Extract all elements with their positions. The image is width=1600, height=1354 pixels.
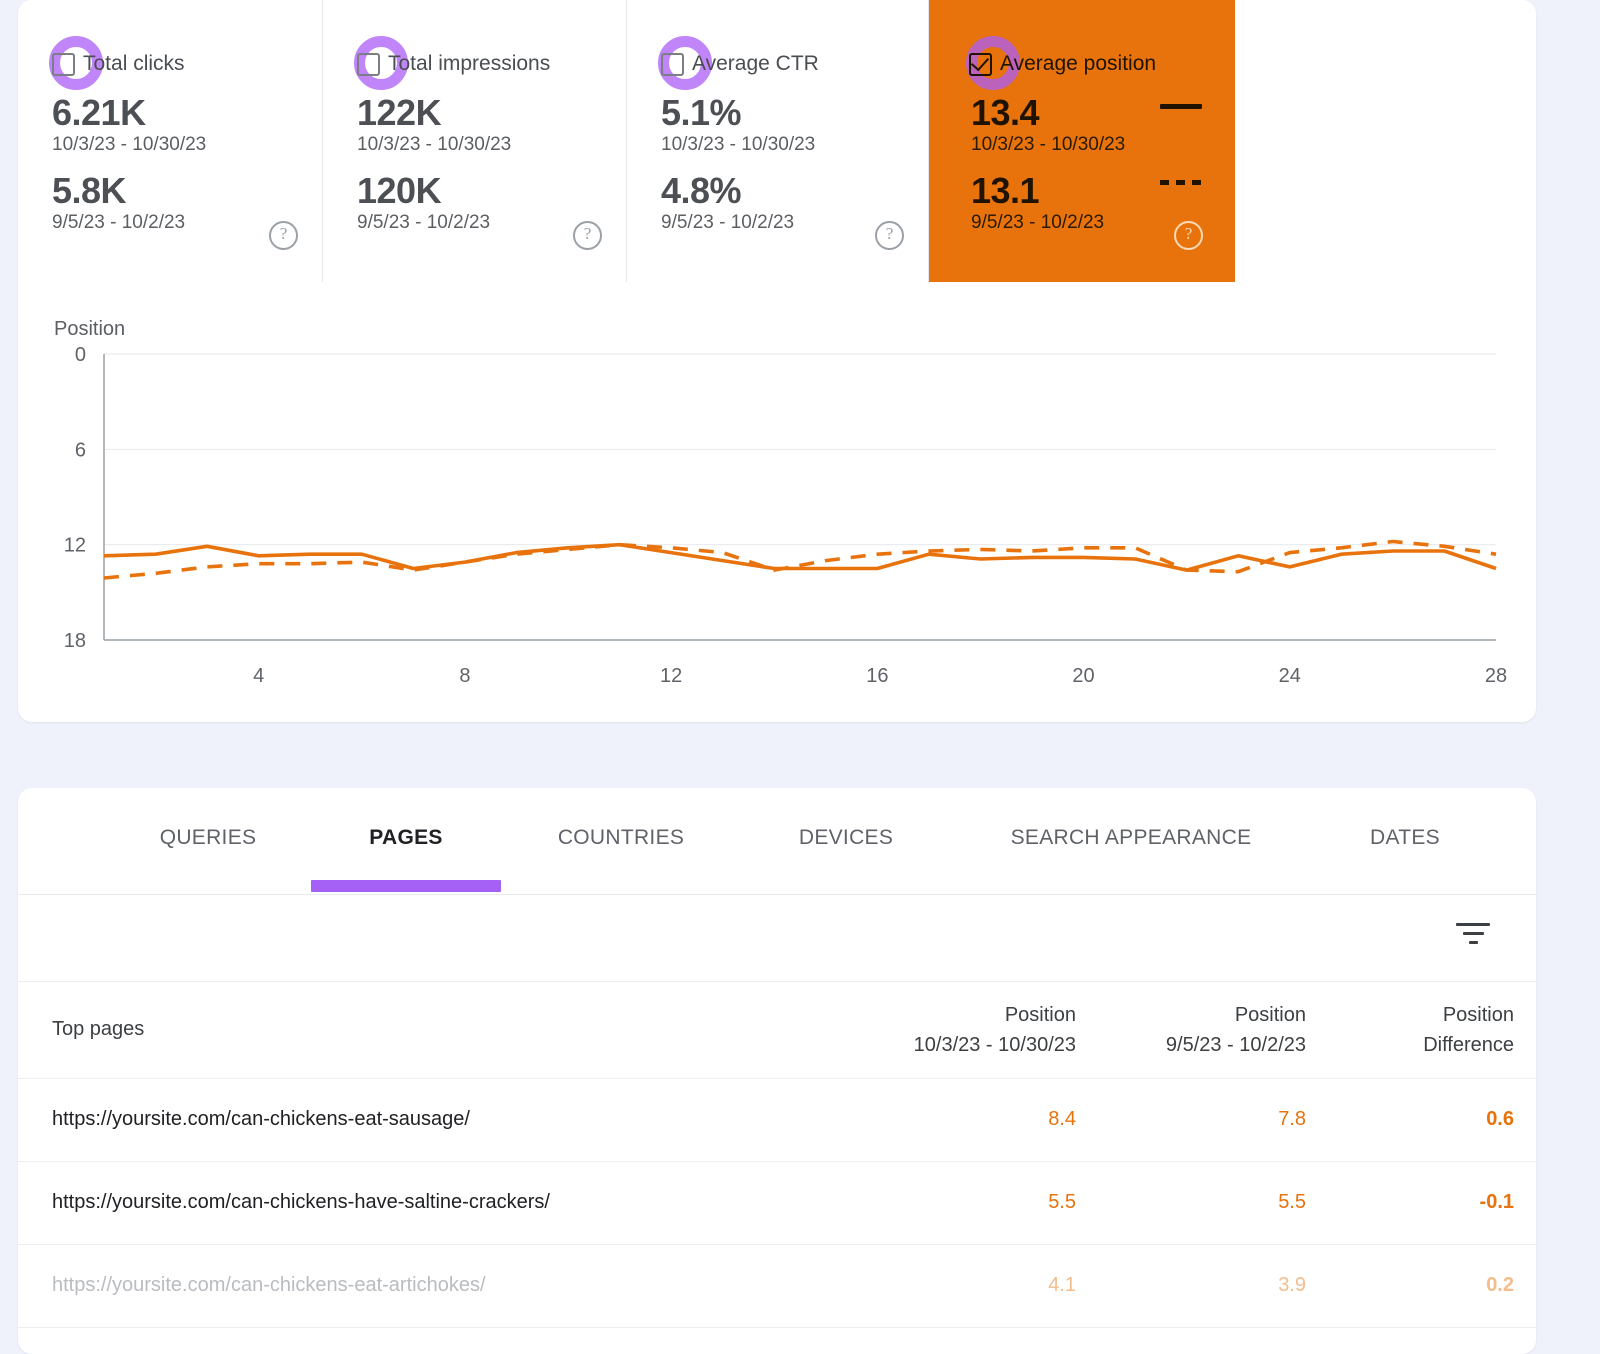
metric-range-previous: 9/5/23 - 10/2/23 xyxy=(357,212,491,233)
cell-position_current: 8.4 xyxy=(1048,1108,1076,1130)
svg-text:12: 12 xyxy=(64,535,86,557)
metric-row-spacer xyxy=(1235,0,1536,282)
metric-value-current: 5.1% xyxy=(661,92,742,133)
header-position-difference[interactable]: Position Difference xyxy=(1328,982,1536,1078)
metric-value-previous: 4.8% xyxy=(661,170,742,211)
metric-checkbox[interactable] xyxy=(661,52,684,76)
table-row[interactable]: https://yoursite.com/can-chickens-eat-ar… xyxy=(18,1244,1536,1327)
search-console-performance-page: Total clicks 6.21K 10/3/23 - 10/30/23 5.… xyxy=(0,0,1600,1354)
dimension-table-card: QUERIES PAGES COUNTRIES DEVICES SEARCH APPEA… xyxy=(18,788,1536,1354)
cell-page-url[interactable]: https://yoursite.com/can-chickens-have-s… xyxy=(18,1161,858,1244)
metric-range-current: 10/3/23 - 10/30/23 xyxy=(661,134,816,155)
metric-cards-row: Total clicks 6.21K 10/3/23 - 10/30/23 5.… xyxy=(18,0,1536,282)
metric-range-previous: 9/5/23 - 10/2/23 xyxy=(971,212,1105,233)
cell-position_difference: 0.6 xyxy=(1486,1108,1514,1130)
metric-value-current: 13.4 xyxy=(971,92,1040,133)
legend-solid-line-icon xyxy=(1160,104,1202,109)
metric-value-previous: 120K xyxy=(357,170,442,211)
svg-text:6: 6 xyxy=(75,439,86,461)
metric-label: Average position xyxy=(1000,52,1157,75)
svg-text:16: 16 xyxy=(866,665,888,687)
chart-canvas: 0 6 12 18 4 8 12 16 20 24 28 xyxy=(64,344,1507,687)
metric-checkbox[interactable] xyxy=(357,52,380,76)
tab-queries[interactable]: QUERIES xyxy=(160,826,257,850)
metric-range-current: 10/3/23 - 10/30/23 xyxy=(52,134,207,155)
header-top-pages: Top pages xyxy=(52,1018,145,1041)
tab-dates[interactable]: DATES xyxy=(1370,826,1440,850)
svg-text:8: 8 xyxy=(459,665,470,687)
svg-text:24: 24 xyxy=(1279,665,1301,687)
metric-header: Average CTR xyxy=(661,46,819,82)
svg-text:20: 20 xyxy=(1072,665,1094,687)
cell-position_current: 5.5 xyxy=(1048,1191,1076,1213)
cell-position_previous: 3.9 xyxy=(1278,1274,1306,1296)
metric-range-current: 10/3/23 - 10/30/23 xyxy=(357,134,512,155)
table-header-row: Top pages Position 10/3/23 - 10/30/23 Po… xyxy=(18,982,1536,1078)
tab-search-appearance[interactable]: SEARCH APPEARANCE xyxy=(1011,826,1252,850)
cell-position_previous: 7.8 xyxy=(1278,1108,1306,1130)
help-icon[interactable]: ? xyxy=(269,221,298,250)
metric-label: Total clicks xyxy=(83,52,185,75)
metric-value-current: 122K xyxy=(357,92,442,133)
metric-label: Total impressions xyxy=(388,52,551,75)
cell-position_difference: 0.2 xyxy=(1486,1274,1514,1296)
header-position-difference-line1: Position xyxy=(1442,1003,1514,1026)
table-row[interactable]: https://yoursite.com/can-chickens-eat-sa… xyxy=(18,1078,1536,1161)
position-chart: Position 0 6 12 18 4 8 12 16 20 24 28 xyxy=(18,282,1536,722)
metric-range-previous: 9/5/23 - 10/2/23 xyxy=(661,212,795,233)
svg-text:18: 18 xyxy=(64,630,86,652)
header-position-current-line1: Position xyxy=(1004,1003,1076,1026)
svg-text:4: 4 xyxy=(253,665,264,687)
metric-checkbox[interactable] xyxy=(52,52,75,76)
metric-header: Average position xyxy=(969,46,1156,82)
svg-text:28: 28 xyxy=(1485,665,1507,687)
dimension-tabs: QUERIES PAGES COUNTRIES DEVICES SEARCH APPEA… xyxy=(18,788,1536,895)
tab-countries[interactable]: COUNTRIES xyxy=(558,826,684,850)
cell-page-url[interactable]: https://yoursite.com/can-chickens-eat-ar… xyxy=(18,1244,858,1327)
metric-header: Total impressions xyxy=(357,46,550,82)
legend-dashed-line-icon xyxy=(1160,180,1202,185)
cell-page-url[interactable]: https://yoursite.com/can-chickens-eat-sa… xyxy=(18,1078,858,1161)
metric-value-current: 6.21K xyxy=(52,92,146,133)
cell-position_current: 4.1 xyxy=(1048,1274,1076,1296)
table-toolbar xyxy=(18,895,1536,982)
filter-icon[interactable] xyxy=(1456,923,1490,947)
help-icon[interactable]: ? xyxy=(875,221,904,250)
header-position-previous-line2: 9/5/23 - 10/2/23 xyxy=(1165,1033,1306,1056)
header-position-previous[interactable]: Position 9/5/23 - 10/2/23 xyxy=(1098,982,1328,1078)
header-position-difference-line2: Difference xyxy=(1423,1033,1514,1056)
cell-position_difference: -0.1 xyxy=(1479,1191,1514,1213)
metric-header: Total clicks xyxy=(52,46,185,82)
help-icon[interactable]: ? xyxy=(1174,221,1203,250)
metric-label: Average CTR xyxy=(692,52,819,75)
metric-range-previous: 9/5/23 - 10/2/23 xyxy=(52,212,186,233)
table-body: https://yoursite.com/can-chickens-eat-sa… xyxy=(18,1078,1536,1327)
header-position-current-line2: 10/3/23 - 10/30/23 xyxy=(913,1033,1076,1056)
metric-checkbox[interactable] xyxy=(969,52,992,76)
metric-range-current: 10/3/23 - 10/30/23 xyxy=(971,134,1126,155)
top-pages-table: Top pages Position 10/3/23 - 10/30/23 Po… xyxy=(18,982,1536,1328)
metric-card-average-ctr[interactable]: Average CTR 5.1% 10/3/23 - 10/30/23 4.8%… xyxy=(627,0,929,282)
help-icon[interactable]: ? xyxy=(573,221,602,250)
metric-value-previous: 13.1 xyxy=(971,170,1040,211)
cell-position_previous: 5.5 xyxy=(1278,1191,1306,1213)
header-position-previous-line1: Position xyxy=(1234,1003,1306,1026)
tab-pages[interactable]: PAGES xyxy=(369,826,442,850)
metric-card-total-impressions[interactable]: Total impressions 122K 10/3/23 - 10/30/2… xyxy=(323,0,627,282)
header-position-current[interactable]: Position 10/3/23 - 10/30/23 xyxy=(858,982,1098,1078)
tab-devices[interactable]: DEVICES xyxy=(799,826,893,850)
active-tab-underline xyxy=(311,880,501,892)
metric-value-previous: 5.8K xyxy=(52,170,127,211)
svg-text:0: 0 xyxy=(75,344,86,366)
performance-overview-card: Total clicks 6.21K 10/3/23 - 10/30/23 5.… xyxy=(18,0,1536,722)
table-row[interactable]: https://yoursite.com/can-chickens-have-s… xyxy=(18,1161,1536,1244)
svg-text:12: 12 xyxy=(660,665,682,687)
metric-card-total-clicks[interactable]: Total clicks 6.21K 10/3/23 - 10/30/23 5.… xyxy=(18,0,323,282)
metric-card-average-position[interactable]: Average position 13.4 10/3/23 - 10/30/23… xyxy=(929,0,1235,282)
